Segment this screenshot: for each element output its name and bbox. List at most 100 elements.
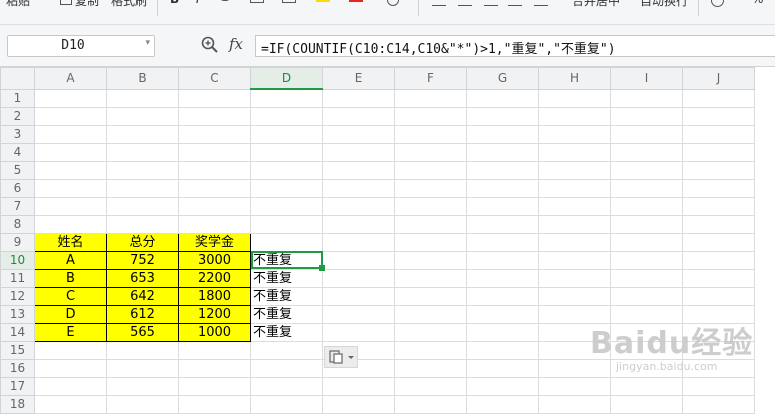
cell-f4[interactable] <box>394 142 467 162</box>
cell-f1[interactable] <box>394 88 467 108</box>
cell-e7[interactable] <box>322 196 395 216</box>
row-header-4[interactable]: 4 <box>0 142 35 162</box>
cell-c4[interactable] <box>178 142 251 162</box>
row-header-16[interactable]: 16 <box>0 358 35 378</box>
cell-h6[interactable] <box>538 178 611 198</box>
cell-a7[interactable] <box>34 196 107 216</box>
cell-b3[interactable] <box>106 124 179 144</box>
cell-h18[interactable] <box>538 394 611 414</box>
zoom-icon[interactable] <box>201 36 219 54</box>
percent-button[interactable]: % <box>752 0 763 6</box>
column-header-g[interactable]: G <box>466 67 539 90</box>
cell-f9[interactable] <box>394 232 467 252</box>
cell-b14[interactable]: 565 <box>106 322 179 342</box>
fill-color-icon[interactable] <box>316 0 330 2</box>
column-header-c[interactable]: C <box>178 67 251 90</box>
cell-d18[interactable] <box>250 394 323 414</box>
cell-c10[interactable]: 3000 <box>178 250 251 270</box>
cell-a9[interactable]: 姓名 <box>34 232 107 252</box>
cell-i9[interactable] <box>610 232 683 252</box>
cell-h12[interactable] <box>538 286 611 306</box>
row-header-3[interactable]: 3 <box>0 124 35 144</box>
cell-b18[interactable] <box>106 394 179 414</box>
cell-a18[interactable] <box>34 394 107 414</box>
cell-j11[interactable] <box>682 268 755 288</box>
chevron-down-icon[interactable]: ▾ <box>145 38 150 48</box>
cell-e18[interactable] <box>322 394 395 414</box>
row-header-15[interactable]: 15 <box>0 340 35 360</box>
cell-j12[interactable] <box>682 286 755 306</box>
cell-g14[interactable] <box>466 322 539 342</box>
row-header-8[interactable]: 8 <box>0 214 35 234</box>
row-header-1[interactable]: 1 <box>0 88 35 108</box>
cell-e1[interactable] <box>322 88 395 108</box>
cell-style-icon[interactable] <box>282 0 296 3</box>
cell-a14[interactable]: E <box>34 322 107 342</box>
cell-a5[interactable] <box>34 160 107 180</box>
column-header-a[interactable]: A <box>34 67 107 90</box>
cell-d6[interactable] <box>250 178 323 198</box>
column-header-j[interactable]: J <box>682 67 755 90</box>
cell-c2[interactable] <box>178 106 251 126</box>
cell-g8[interactable] <box>466 214 539 234</box>
cell-h9[interactable] <box>538 232 611 252</box>
border-icon[interactable] <box>250 0 264 3</box>
paste-options-button[interactable] <box>324 346 358 368</box>
cell-a11[interactable]: B <box>34 268 107 288</box>
font-color-icon[interactable] <box>349 0 363 2</box>
cell-d7[interactable] <box>250 196 323 216</box>
cell-j2[interactable] <box>682 106 755 126</box>
column-header-d[interactable]: D <box>250 67 323 90</box>
cell-h1[interactable] <box>538 88 611 108</box>
cell-j18[interactable] <box>682 394 755 414</box>
cell-e6[interactable] <box>322 178 395 198</box>
cell-f5[interactable] <box>394 160 467 180</box>
paste-button[interactable]: 粘贴 <box>6 0 30 9</box>
cell-g3[interactable] <box>466 124 539 144</box>
row-header-13[interactable]: 13 <box>0 304 35 324</box>
cell-a2[interactable] <box>34 106 107 126</box>
cell-j1[interactable] <box>682 88 755 108</box>
cell-e12[interactable] <box>322 286 395 306</box>
cell-b2[interactable] <box>106 106 179 126</box>
cell-f13[interactable] <box>394 304 467 324</box>
row-header-12[interactable]: 12 <box>0 286 35 306</box>
cell-c11[interactable]: 2200 <box>178 268 251 288</box>
cell-j3[interactable] <box>682 124 755 144</box>
cell-d10[interactable]: 不重复 <box>250 250 323 270</box>
cell-c12[interactable]: 1800 <box>178 286 251 306</box>
cell-g4[interactable] <box>466 142 539 162</box>
distribute-icon[interactable] <box>534 5 548 6</box>
formula-input[interactable]: =IF(COUNTIF(C10:C14,C10&"*")>1,"重复","不重复… <box>255 35 775 57</box>
cell-a4[interactable] <box>34 142 107 162</box>
cell-a1[interactable] <box>34 88 107 108</box>
cell-a15[interactable] <box>34 340 107 360</box>
cell-c5[interactable] <box>178 160 251 180</box>
cell-e3[interactable] <box>322 124 395 144</box>
cell-a3[interactable] <box>34 124 107 144</box>
cell-e14[interactable] <box>322 322 395 342</box>
cell-i12[interactable] <box>610 286 683 306</box>
cell-d3[interactable] <box>250 124 323 144</box>
justify-icon[interactable] <box>508 5 522 6</box>
cell-f10[interactable] <box>394 250 467 270</box>
cell-f7[interactable] <box>394 196 467 216</box>
cell-e5[interactable] <box>322 160 395 180</box>
cell-d1[interactable] <box>250 88 323 108</box>
merge-center-button[interactable]: 合并居中 <box>572 0 620 9</box>
align-left-icon[interactable] <box>432 5 446 6</box>
cell-h17[interactable] <box>538 376 611 396</box>
cell-h2[interactable] <box>538 106 611 126</box>
cell-i3[interactable] <box>610 124 683 144</box>
cell-c3[interactable] <box>178 124 251 144</box>
cell-i6[interactable] <box>610 178 683 198</box>
cell-a10[interactable]: A <box>34 250 107 270</box>
cell-d8[interactable] <box>250 214 323 234</box>
row-header-17[interactable]: 17 <box>0 376 35 396</box>
cell-c1[interactable] <box>178 88 251 108</box>
cell-f16[interactable] <box>394 358 467 378</box>
cell-g15[interactable] <box>466 340 539 360</box>
format-painter-button[interactable]: 格式刷 <box>111 0 147 9</box>
cell-c18[interactable] <box>178 394 251 414</box>
cell-a16[interactable] <box>34 358 107 378</box>
